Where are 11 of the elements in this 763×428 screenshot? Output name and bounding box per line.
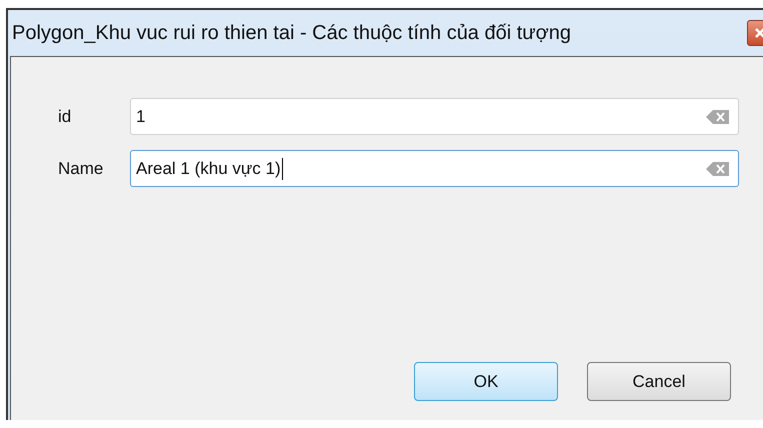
cancel-button[interactable]: Cancel (587, 362, 731, 401)
close-icon (754, 27, 763, 39)
window-title: Polygon_Khu vuc rui ro thien tai - Các thuộc tính của đối tượng (12, 21, 572, 46)
clear-icon[interactable] (706, 160, 730, 176)
text-field[interactable]: Areal 1 (khu vực 1) (130, 150, 739, 187)
field-label: Name (58, 158, 104, 180)
clear-icon[interactable] (706, 108, 730, 124)
text-cursor (282, 158, 284, 180)
field-label: id (58, 106, 72, 128)
text-field[interactable]: 1 (130, 98, 739, 135)
ok-button[interactable]: OK (414, 362, 558, 401)
